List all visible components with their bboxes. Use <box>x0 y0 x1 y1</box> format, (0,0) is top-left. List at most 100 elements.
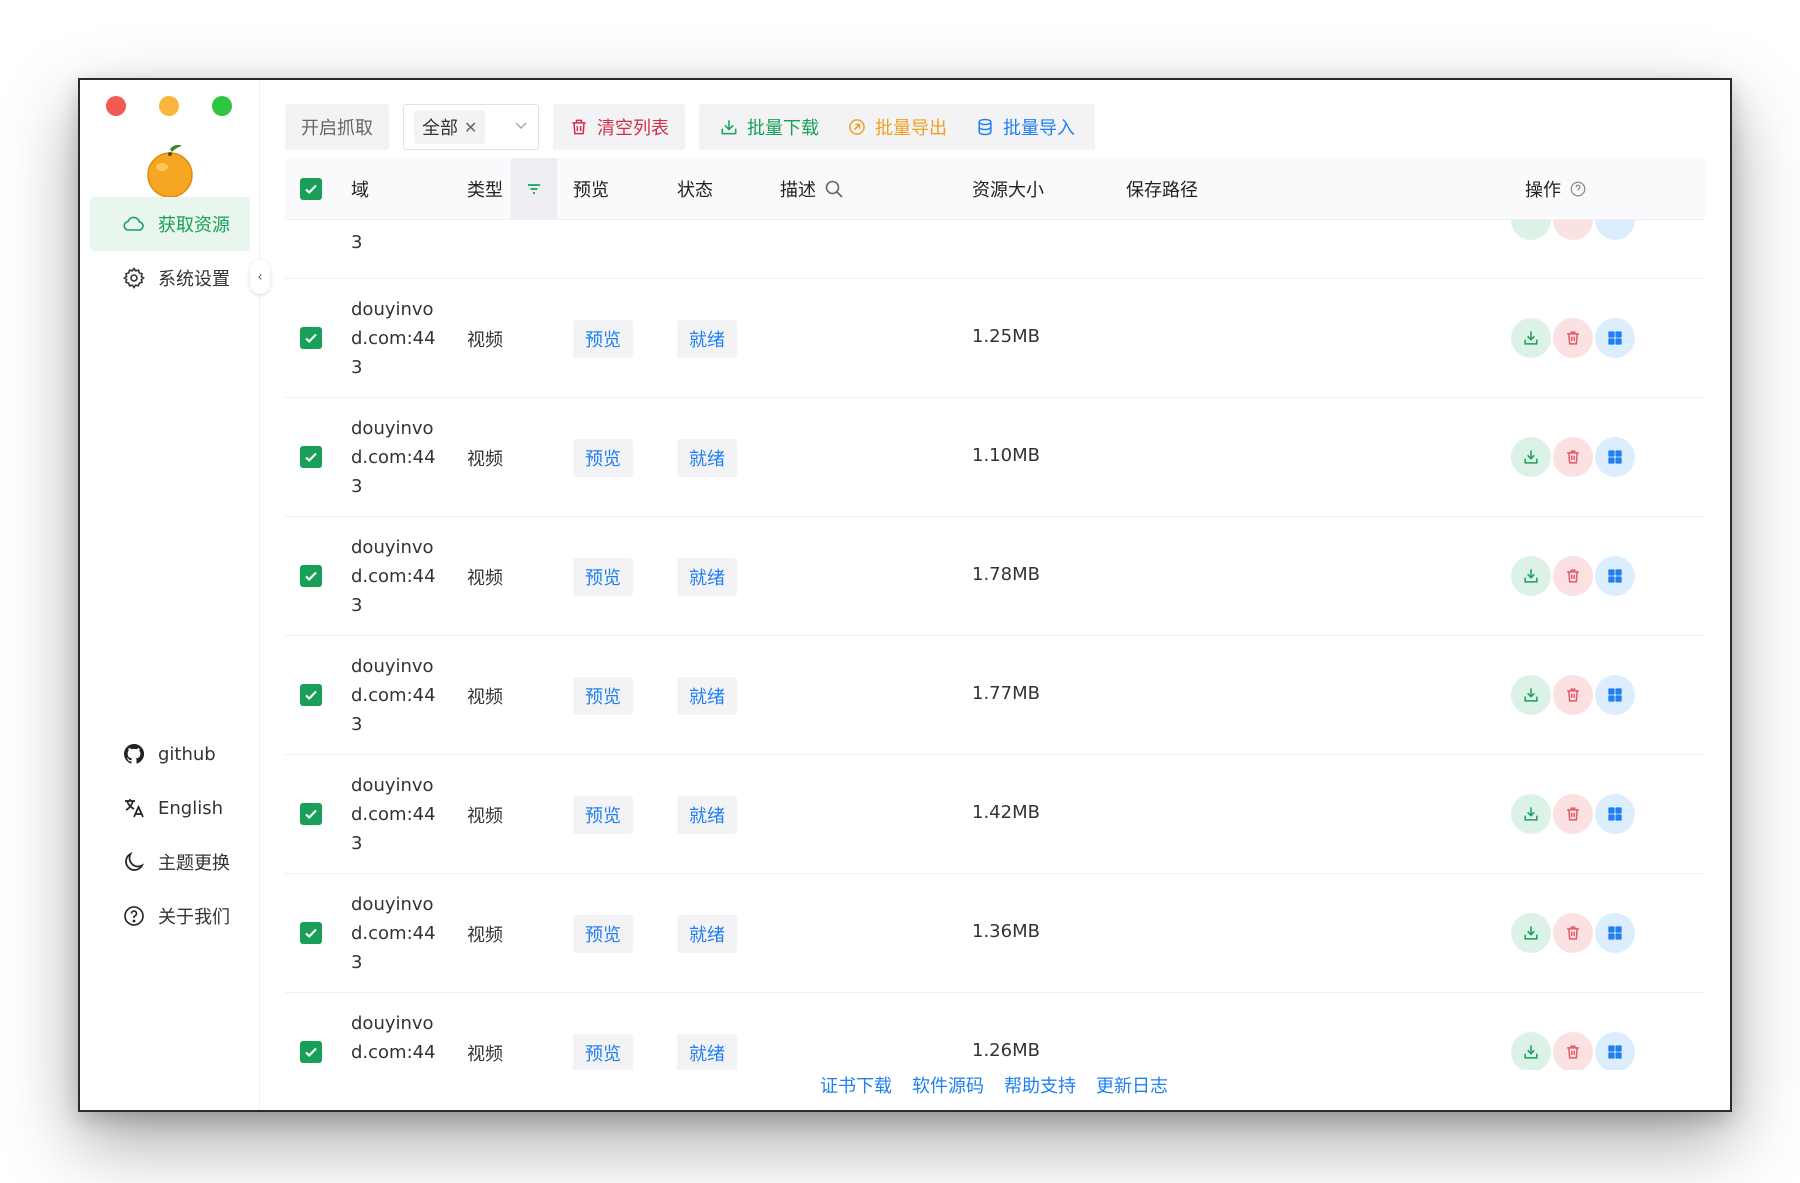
row-checkbox[interactable] <box>300 327 322 349</box>
row-download-button[interactable] <box>1511 1032 1551 1070</box>
status-badge: 就绪 <box>677 320 737 358</box>
row-delete-button[interactable] <box>1553 1032 1593 1070</box>
clear-list-button[interactable]: 清空列表 <box>553 104 685 150</box>
domain-line: d.com:44 <box>351 684 436 706</box>
row-delete-button[interactable] <box>1553 913 1593 953</box>
windows-icon <box>1608 1045 1622 1059</box>
batch-export-button[interactable]: 批量导出 <box>835 114 959 140</box>
chevron-down-icon <box>514 118 528 136</box>
type-cell: 视频 <box>467 806 503 827</box>
row-delete-button[interactable] <box>1553 675 1593 715</box>
type-cell: 视频 <box>467 330 503 351</box>
start-capture-button[interactable]: 开启抓取 <box>285 104 389 150</box>
row-open-button[interactable] <box>1595 675 1635 715</box>
row-download-button[interactable] <box>1511 794 1551 834</box>
row-checkbox[interactable] <box>300 684 322 706</box>
row-open-button[interactable] <box>1595 1032 1635 1070</box>
row-download-button[interactable] <box>1511 913 1551 953</box>
sidebar-item-theme[interactable]: 主题更换 <box>90 835 250 889</box>
sidebar-item-label: github <box>158 743 216 765</box>
row-checkbox[interactable] <box>300 446 322 468</box>
preview-button[interactable]: 预览 <box>573 677 633 715</box>
domain-line: 3 <box>351 594 363 616</box>
header-type: 类型 <box>467 180 503 201</box>
preview-button[interactable]: 预览 <box>573 796 633 834</box>
domain-cell: douyinvo d.com:44 3 <box>351 517 451 635</box>
status-badge: 就绪 <box>677 439 737 477</box>
sidebar: 获取资源 系统设置 github English 主题更换 关于我们 <box>80 80 260 1110</box>
row-delete-button[interactable] <box>1553 794 1593 834</box>
sidebar-item-get-resources[interactable]: 获取资源 <box>90 197 250 251</box>
row-delete-button[interactable] <box>1553 220 1593 240</box>
download-icon <box>1524 926 1538 940</box>
batch-import-button[interactable]: 批量导入 <box>963 114 1087 140</box>
github-icon <box>123 743 145 764</box>
app-window: 获取资源 系统设置 github English 主题更换 关于我们 ‹ 开启抓… <box>78 78 1732 1112</box>
preview-label: 预览 <box>573 677 633 715</box>
sidebar-item-about[interactable]: 关于我们 <box>90 889 250 943</box>
row-delete-button[interactable] <box>1553 318 1593 358</box>
row-download-button[interactable] <box>1511 318 1551 358</box>
trash-icon <box>1567 569 1579 583</box>
batch-download-button[interactable]: 批量下载 <box>707 114 831 140</box>
tag-close-icon[interactable]: ✕ <box>464 118 477 137</box>
filter-tag-label: 全部 <box>422 118 458 139</box>
footer-link-certificate[interactable]: 证书下载 <box>820 1072 892 1098</box>
row-delete-button[interactable] <box>1553 437 1593 477</box>
row-checkbox[interactable] <box>300 803 322 825</box>
sidebar-collapse-button[interactable]: ‹ <box>250 260 270 294</box>
row-open-button[interactable] <box>1595 556 1635 596</box>
footer-link-source[interactable]: 软件源码 <box>912 1072 984 1098</box>
trash-icon <box>572 119 586 135</box>
sidebar-item-language[interactable]: English <box>90 781 250 835</box>
sidebar-item-github[interactable]: github <box>90 727 250 781</box>
row-open-button[interactable] <box>1595 220 1635 240</box>
row-download-button[interactable] <box>1511 437 1551 477</box>
preview-label: 预览 <box>573 796 633 834</box>
size-cell: 1.10MB <box>972 445 1040 466</box>
trash-icon <box>1567 688 1579 702</box>
footer-link-changelog[interactable]: 更新日志 <box>1096 1072 1168 1098</box>
row-delete-button[interactable] <box>1553 556 1593 596</box>
moon-icon <box>125 851 145 871</box>
row-checkbox[interactable] <box>300 922 322 944</box>
preview-button[interactable]: 预览 <box>573 558 633 596</box>
batch-import-label: 批量导入 <box>1003 118 1075 139</box>
domain-cell: douyinvo d.com:44 3 <box>351 398 451 516</box>
status-badge: 就绪 <box>677 796 737 834</box>
status-badge: 就绪 <box>677 915 737 953</box>
download-icon <box>1524 450 1538 464</box>
row-download-button[interactable] <box>1511 220 1551 240</box>
row-download-button[interactable] <box>1511 675 1551 715</box>
type-filter-button[interactable] <box>511 158 557 220</box>
row-open-button[interactable] <box>1595 318 1635 358</box>
sidebar-item-settings[interactable]: 系统设置 <box>90 251 250 305</box>
preview-button[interactable]: 预览 <box>573 1034 633 1070</box>
status-label: 就绪 <box>677 439 737 477</box>
row-checkbox[interactable] <box>300 565 322 587</box>
header-preview: 预览 <box>573 180 609 201</box>
search-icon[interactable] <box>824 179 844 199</box>
status-badge: 就绪 <box>677 558 737 596</box>
preview-label: 预览 <box>573 558 633 596</box>
row-checkbox[interactable] <box>300 1041 322 1063</box>
table-body: 3 douyinvo d.com:44 3 视频 预览 就绪 1.25MB do… <box>285 220 1705 1070</box>
domain-line: 3 <box>351 713 363 735</box>
row-open-button[interactable] <box>1595 437 1635 477</box>
domain-line: 3 <box>351 832 363 854</box>
table-row: douyinvo d.com:44 3 视频 预览 就绪 1.36MB <box>285 874 1705 993</box>
row-download-button[interactable] <box>1511 556 1551 596</box>
domain-line: d.com:44 <box>351 1041 436 1063</box>
table-row: douyinvo d.com:44 3 视频 预览 就绪 1.25MB <box>285 279 1705 398</box>
type-filter-select[interactable]: 全部 ✕ <box>403 104 539 150</box>
footer-link-help[interactable]: 帮助支持 <box>1004 1072 1076 1098</box>
status-label: 就绪 <box>677 1034 737 1070</box>
domain-line: 3 <box>351 1067 362 1071</box>
preview-button[interactable]: 预览 <box>573 320 633 358</box>
download-icon <box>1524 807 1538 821</box>
select-all-checkbox[interactable] <box>300 158 322 220</box>
row-open-button[interactable] <box>1595 913 1635 953</box>
preview-button[interactable]: 预览 <box>573 915 633 953</box>
row-open-button[interactable] <box>1595 794 1635 834</box>
preview-button[interactable]: 预览 <box>573 439 633 477</box>
